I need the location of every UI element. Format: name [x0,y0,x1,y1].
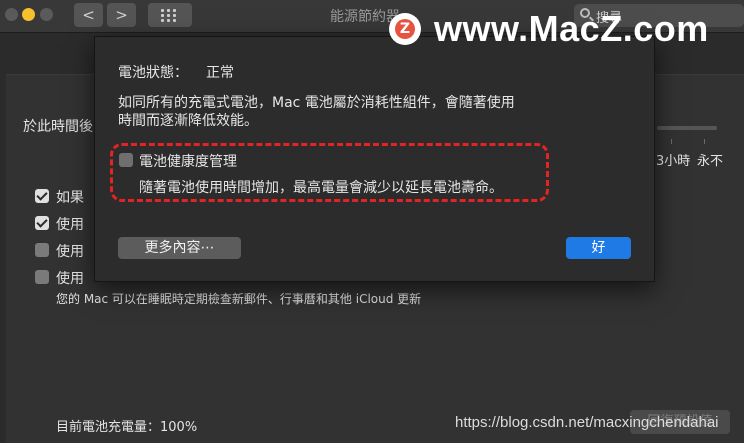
zoom-window-button[interactable] [40,8,53,21]
watermark-logo: Z [389,13,421,45]
battery-description-line2: 時間而逐漸降低效能。 [118,113,258,129]
slider-tick [671,139,672,144]
option-label-4: 使用 [56,271,84,287]
show-all-preferences-button[interactable] [148,3,192,27]
power-nap-checkbox[interactable] [35,270,49,284]
energy-saver-window: < > 能源節約器 搜尋 於此時間後 3小時 永不 如果 使用 使用 使用 您的… [0,0,744,443]
option-checkbox-3[interactable] [35,243,49,257]
option-checkbox-1[interactable] [35,189,49,203]
chevron-right-icon: > [115,6,128,24]
battery-health-dialog: 電池狀態： 正常 如同所有的充電式電池，Mac 電池屬於消耗性組件，會隨著使用 … [94,36,655,282]
battery-description-line1: 如同所有的充電式電池，Mac 電池屬於消耗性組件，會隨著使用 [118,95,515,111]
battery-charge-label: 目前電池充電量：100% [56,420,198,435]
option-label-1: 如果 [56,190,84,206]
battery-status-value: 正常 [206,65,234,81]
slider-label-3h: 3小時 [656,154,691,169]
power-nap-description: 您的 Mac 可以在睡眠時定期檢查新郵件、行事曆和其他 iCloud 更新 [56,292,422,306]
slider-tick [704,139,705,144]
battery-health-management-description: 隨著電池使用時間增加，最高電量會減少以延長電池壽命。 [139,180,503,196]
slider-label-never: 永不 [697,154,724,169]
close-window-button[interactable] [5,8,18,21]
minimize-window-button[interactable] [22,8,35,21]
forward-button[interactable]: > [107,3,136,27]
ok-button[interactable]: 好 [566,237,631,259]
sleep-after-label: 於此時間後 [23,119,93,135]
option-label-3: 使用 [56,244,84,260]
sleep-slider-track[interactable] [657,126,717,130]
battery-status-label: 電池狀態： [118,65,188,81]
watermark-logo-letter: Z [395,19,415,39]
option-checkbox-2[interactable] [35,216,49,230]
watermark-text: www.MacZ.com [434,8,709,49]
option-label-2: 使用 [56,217,84,233]
watermark-url: https://blog.csdn.net/macxingchendahai [455,414,719,431]
battery-health-management-checkbox[interactable] [119,153,133,167]
back-button[interactable]: < [74,3,103,27]
battery-health-management-label: 電池健康度管理 [139,154,237,170]
chevron-left-icon: < [82,6,95,24]
more-info-button[interactable]: 更多內容⋯ [118,237,241,259]
